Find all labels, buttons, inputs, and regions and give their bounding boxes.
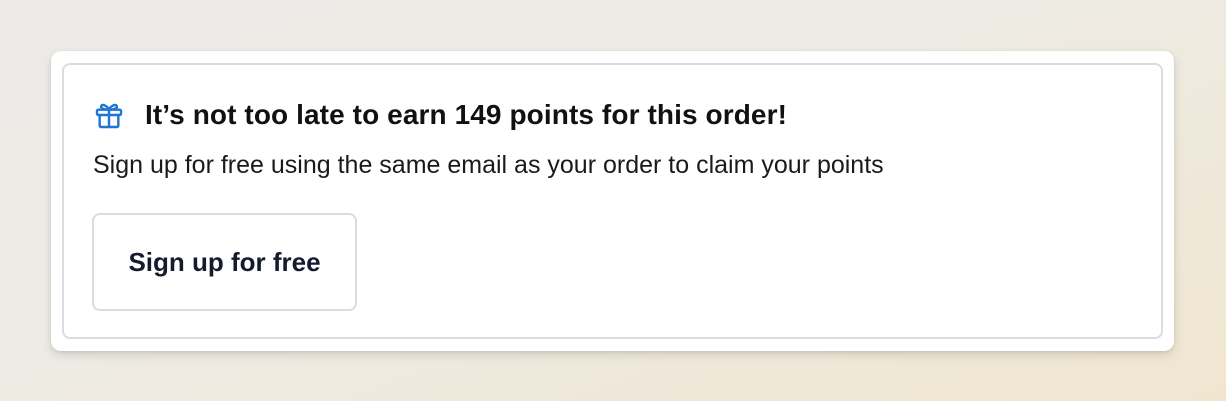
sign-up-button[interactable]: Sign up for free — [92, 213, 357, 311]
loyalty-points-card-inner: It’s not too late to earn 149 points for… — [62, 63, 1163, 339]
loyalty-points-card: It’s not too late to earn 149 points for… — [51, 51, 1174, 351]
card-subtext: Sign up for free using the same email as… — [93, 151, 884, 179]
card-heading: It’s not too late to earn 149 points for… — [145, 99, 787, 130]
heading-row: It’s not too late to earn 149 points for… — [93, 99, 787, 131]
gift-icon — [93, 99, 125, 131]
